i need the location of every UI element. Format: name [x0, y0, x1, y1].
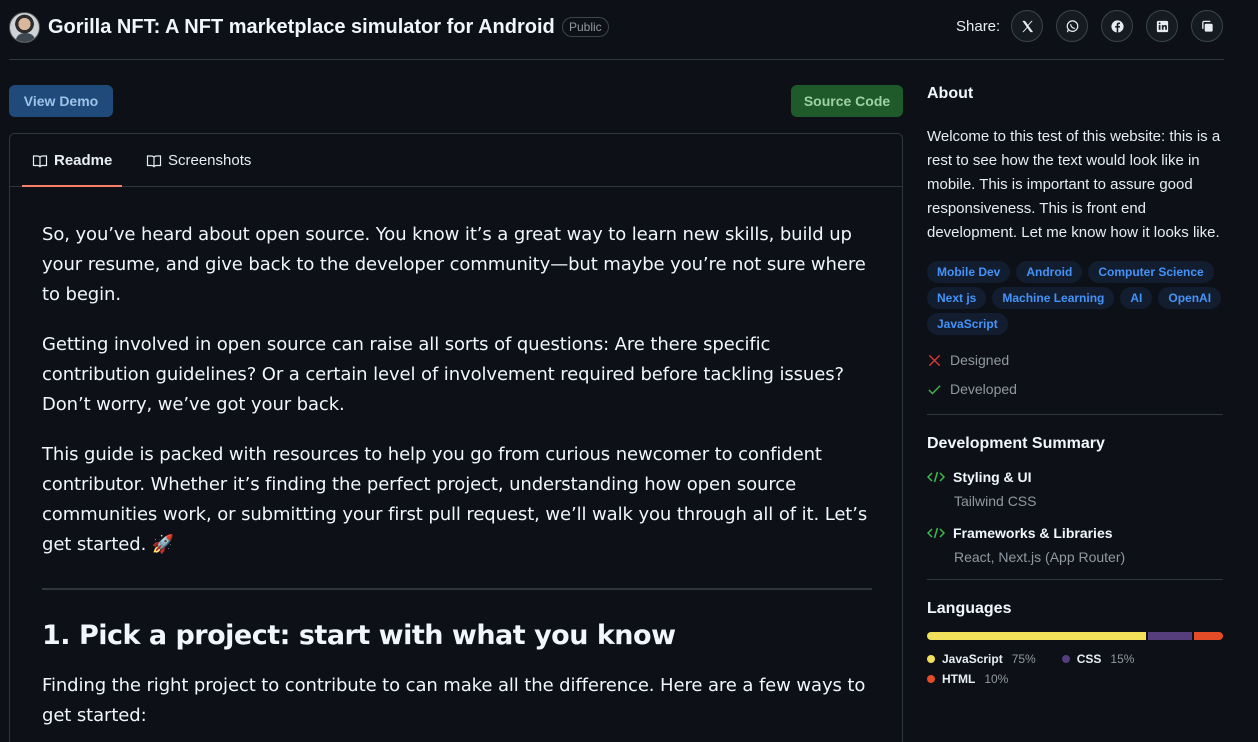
dev-summary-detail: Tailwind CSS: [954, 493, 1037, 509]
developed-label: Developed: [950, 381, 1017, 397]
topic-tag[interactable]: Computer Science: [1088, 261, 1214, 283]
dev-summary-title: Styling & UI: [953, 469, 1032, 485]
code-icon: [927, 471, 945, 483]
topic-tag[interactable]: OpenAI: [1158, 287, 1222, 309]
code-icon: [927, 527, 945, 539]
designed-label: Designed: [950, 352, 1010, 368]
languages-legend: JavaScript 75% CSS 15% HTML 10%: [927, 652, 1223, 686]
dev-summary-item: Styling & UI Tailwind CSS: [927, 469, 1223, 509]
dev-summary-title-row: Frameworks & Libraries: [927, 525, 1223, 541]
facebook-icon: [1110, 19, 1124, 33]
readme-paragraph: This guide is packed with resources to h…: [42, 444, 868, 555]
language-percent: 10%: [984, 672, 1009, 686]
language-legend-item: JavaScript 75%: [927, 652, 1036, 666]
topic-tags: Mobile Dev Android Computer Science Next…: [927, 261, 1223, 335]
readme-paragraph: Getting involved in open source can rais…: [42, 334, 844, 415]
readme-content: So, you’ve heard about open source. You …: [42, 220, 872, 742]
languages-heading: Languages: [927, 600, 1012, 617]
source-code-button[interactable]: Source Code: [791, 85, 903, 117]
dev-summary-item: Frameworks & Libraries React, Next.js (A…: [927, 525, 1223, 565]
language-color-dot: [927, 675, 935, 683]
share-whatsapp-button[interactable]: [1056, 10, 1088, 42]
sidebar: About Welcome to this test of this websi…: [927, 85, 1223, 686]
topic-tag[interactable]: Mobile Dev: [927, 261, 1011, 283]
linkedin-icon: [1156, 20, 1168, 32]
language-bar-segment: [1193, 632, 1223, 640]
dev-summary-title: Frameworks & Libraries: [953, 525, 1113, 541]
readme-heading: 1. Pick a project: start with what you k…: [42, 620, 676, 651]
tab-bar: Readme Screenshots: [10, 134, 902, 187]
x-icon: [1021, 20, 1033, 32]
tab-readme-label: Readme: [54, 152, 113, 169]
language-name: CSS: [1076, 652, 1102, 666]
language-color-dot: [1061, 655, 1070, 663]
share-facebook-button[interactable]: [1101, 10, 1133, 42]
readme-paragraph: Finding the right project to contribute …: [42, 675, 866, 726]
x-mark-icon: [928, 354, 941, 366]
repo-title: Gorilla NFT: A NFT marketplace simulator…: [48, 16, 555, 38]
topic-tag[interactable]: JavaScript: [927, 313, 1008, 335]
visibility-badge: Public: [562, 17, 609, 37]
about-description: Welcome to this test of this website: th…: [927, 128, 1221, 241]
topic-tag[interactable]: Next js: [927, 287, 987, 309]
language-percent: 15%: [1110, 652, 1135, 666]
topic-tag[interactable]: Machine Learning: [992, 287, 1115, 309]
tab-screenshots-label: Screenshots: [168, 152, 252, 169]
dev-summary-title-row: Styling & UI: [927, 469, 1223, 485]
language-percent: 75%: [1011, 652, 1036, 666]
avatar[interactable]: [9, 12, 40, 43]
book-icon: [146, 154, 162, 168]
topic-tag[interactable]: Android: [1016, 261, 1083, 283]
language-color-dot: [927, 655, 935, 663]
book-icon: [32, 154, 48, 168]
view-demo-button[interactable]: View Demo: [9, 85, 113, 117]
language-bar-segment: [1148, 632, 1192, 640]
dev-summary-heading: Development Summary: [927, 435, 1105, 452]
language-name: JavaScript: [942, 652, 1003, 666]
languages-bar: [927, 632, 1223, 640]
repo-header: Gorilla NFT: A NFT marketplace simulator…: [0, 0, 1258, 60]
language-bar-segment: [927, 632, 1146, 640]
language-name: HTML: [942, 672, 976, 686]
sidebar-divider: [927, 579, 1223, 580]
readme-paragraph: So, you’ve heard about open source. You …: [42, 224, 866, 305]
share-x-button[interactable]: [1011, 10, 1043, 42]
header-divider: [9, 59, 1224, 60]
copy-icon: [1201, 20, 1213, 32]
tab-screenshots[interactable]: Screenshots: [146, 134, 251, 187]
designed-status: Designed: [927, 349, 1223, 371]
topic-tag[interactable]: AI: [1120, 287, 1153, 309]
readme-panel: Readme Screenshots So, you’ve heard abou…: [9, 133, 903, 742]
language-legend-item: HTML 10%: [927, 672, 1008, 686]
whatsapp-icon: [1066, 19, 1078, 32]
about-heading: About: [927, 85, 974, 102]
language-legend-item: CSS 15%: [1061, 652, 1135, 666]
developed-status: Developed: [927, 378, 1223, 400]
share-linkedin-button[interactable]: [1146, 10, 1178, 42]
share-label: Share:: [956, 18, 1001, 35]
sidebar-divider: [927, 414, 1223, 415]
tab-readme[interactable]: Readme: [22, 134, 122, 187]
copy-link-button[interactable]: [1191, 10, 1223, 42]
dev-summary-detail: React, Next.js (App Router): [954, 549, 1126, 565]
readme-divider: [42, 588, 872, 590]
check-icon: [928, 384, 941, 395]
